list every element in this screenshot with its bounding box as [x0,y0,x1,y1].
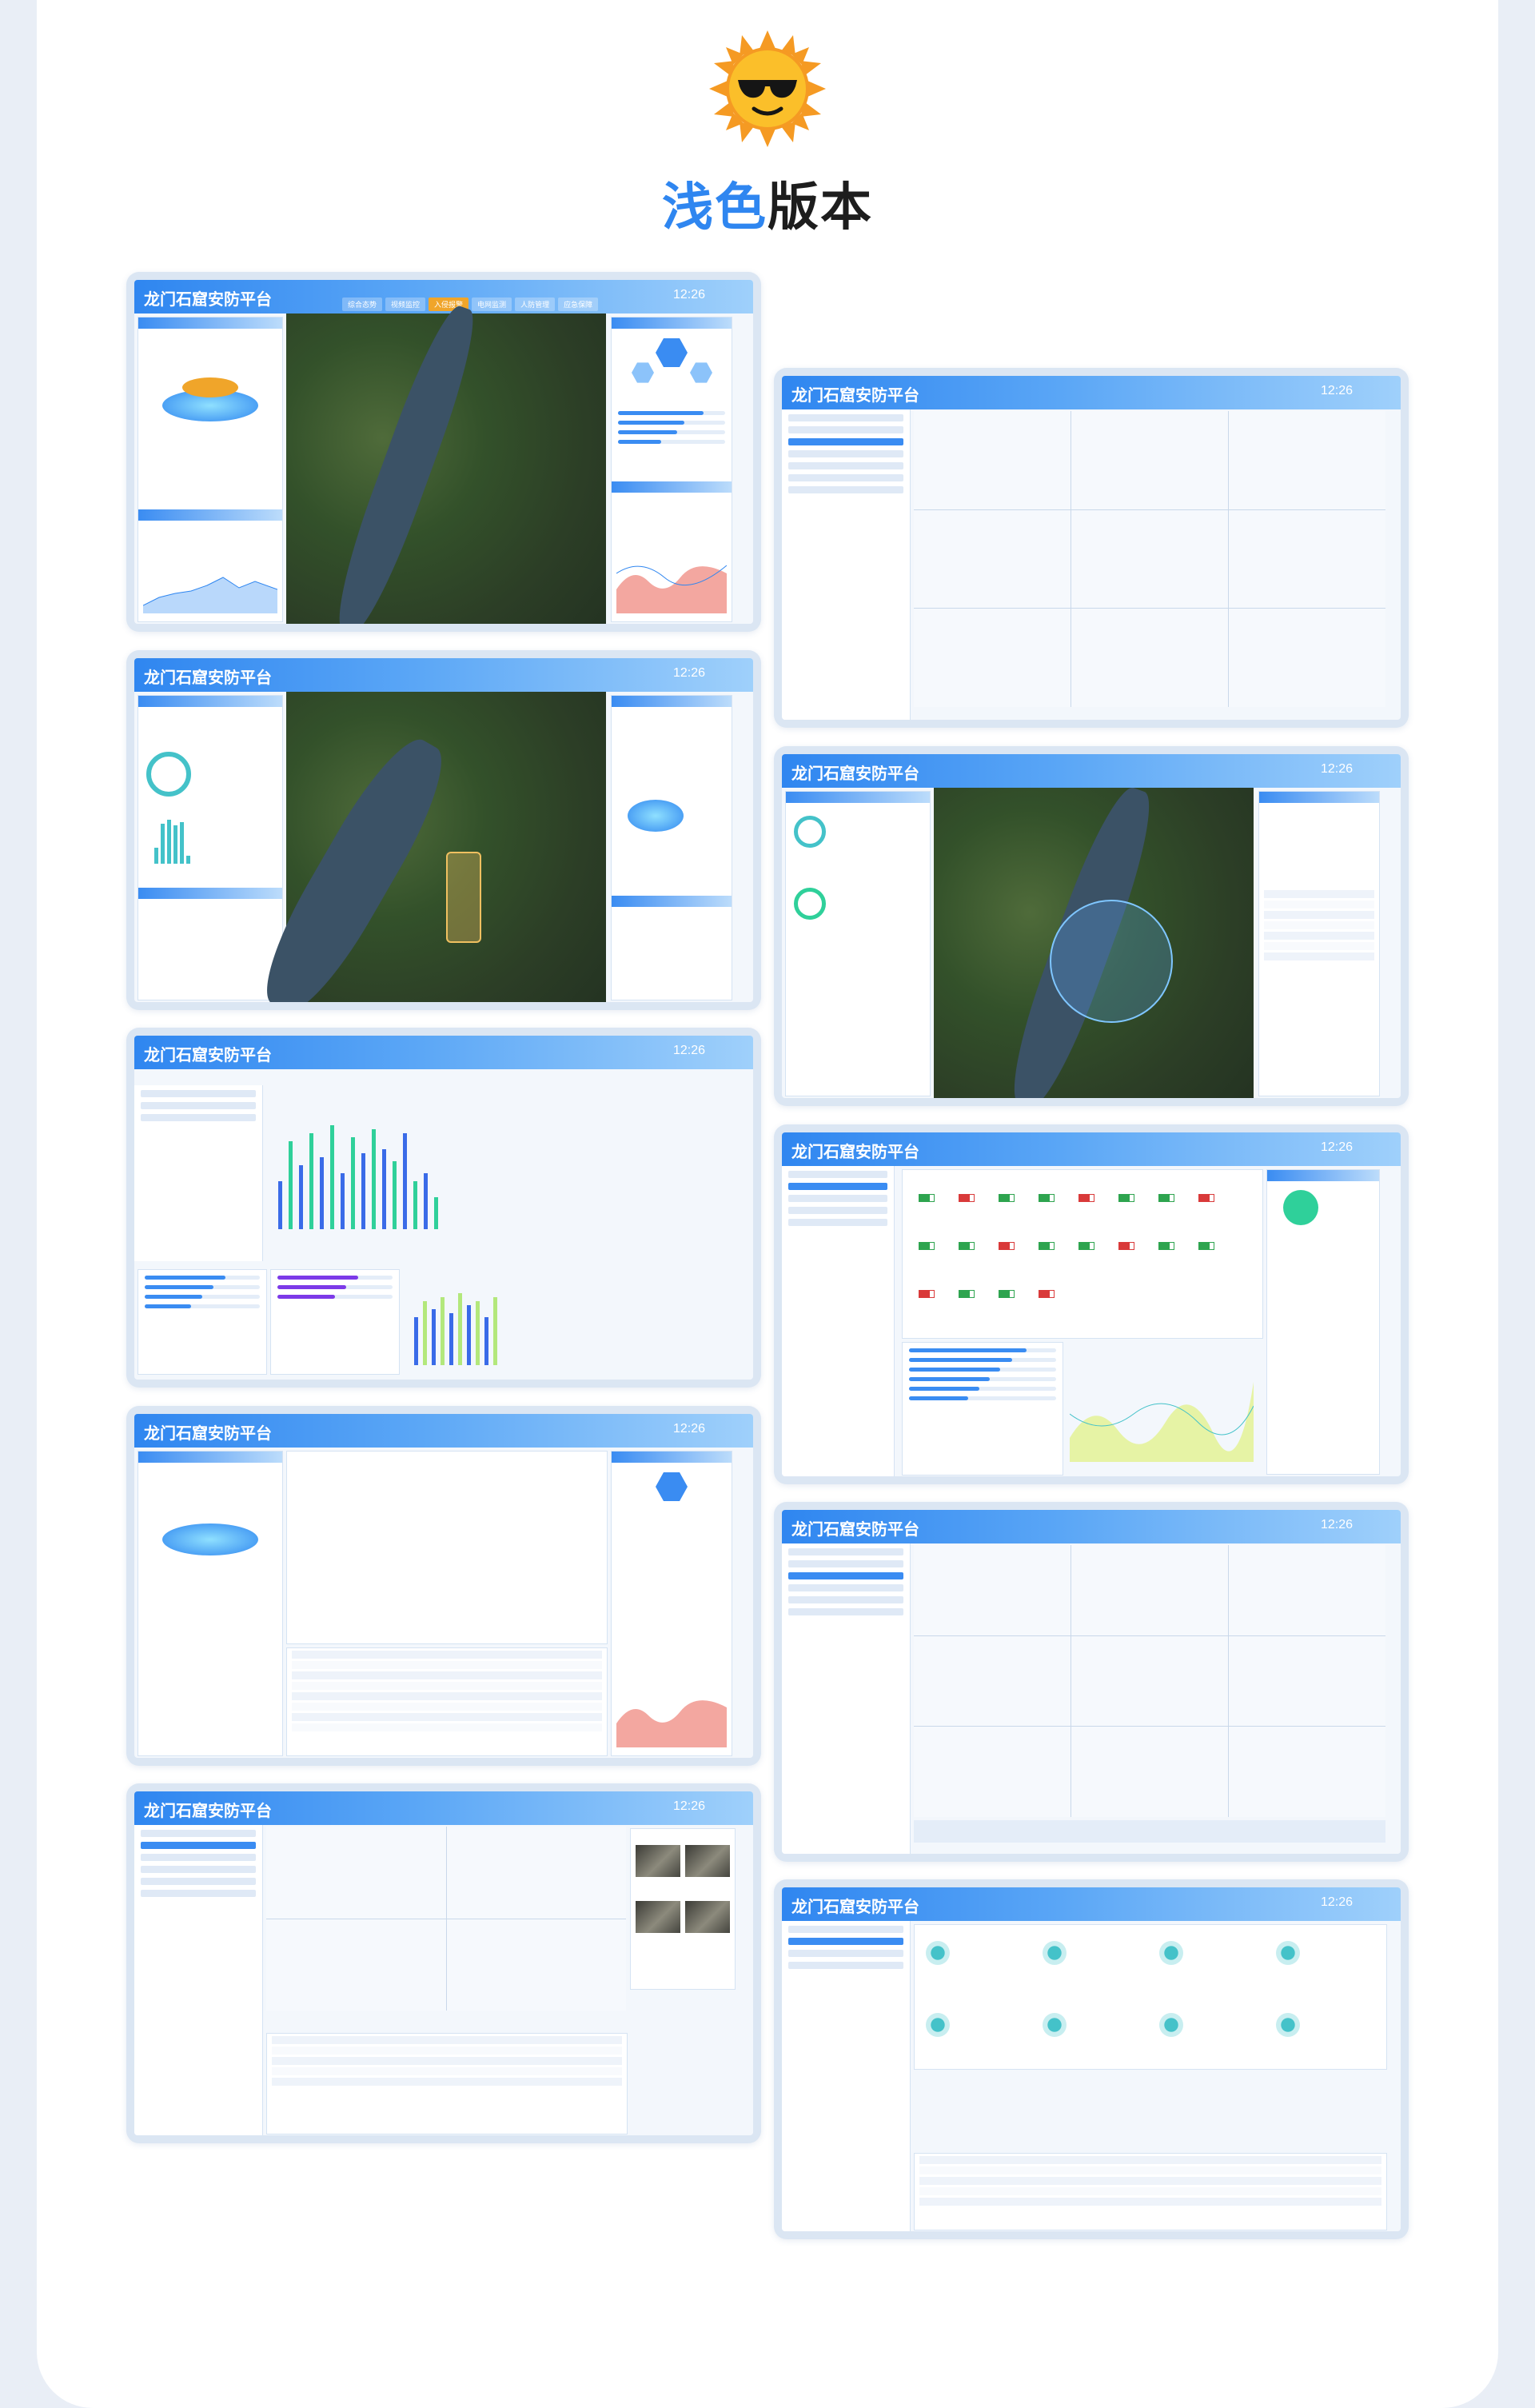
clock: 12:26 [1320,1895,1353,1909]
power-tree[interactable] [782,1166,895,1476]
alarm-area-chart [616,565,727,613]
platform-title: 龙门石窟安防平台 [144,1045,272,1064]
screen-card-dispatch: 龙门石窟安防平台 12:26 [126,650,761,1010]
clock: 12:26 [672,1422,705,1436]
timeline-bar[interactable] [914,1820,1385,1843]
left-stats-panel [138,317,283,622]
right-stats-panel [611,317,732,622]
drone-status-panel [1258,791,1380,1096]
clock: 12:26 [672,1799,705,1813]
page-title: 浅色版本 [0,166,1535,240]
clock: 12:26 [672,288,705,301]
battery-grid [902,1169,1263,1339]
clock: 12:26 [672,1044,705,1057]
clock: 12:26 [1320,384,1353,397]
shield-icon [1276,2013,1300,2037]
sun-sunglasses-icon [709,30,826,147]
shield-icon [1159,2013,1183,2037]
satellite-map[interactable] [934,780,1254,1098]
video-grid[interactable] [266,1827,626,2011]
platform-title: 龙门石窟安防平台 [791,1519,919,1539]
alarm-table[interactable] [286,1647,608,1756]
satellite-map[interactable] [247,692,606,1002]
drone-panel [611,695,732,1000]
video-grid[interactable] [914,1545,1385,1817]
screen-card-video: 龙门石窟安防平台 12:26 [774,368,1409,728]
app-header: 龙门石窟安防平台 综合态势 视频监控 入侵报警 电网监测 人防管理 应急保障 1… [134,280,753,313]
shield-icon [1043,2013,1067,2037]
hourly-bar-chart [278,1117,438,1229]
video-grid[interactable] [914,411,1385,707]
shield-icon [1159,1941,1183,1965]
clock: 12:26 [1320,1140,1353,1154]
bar-chart [154,816,190,864]
platform-title: 龙门石窟安防平台 [144,290,272,309]
daily-bar-chart [414,1285,497,1365]
record-table[interactable] [266,2033,628,2134]
tab-overview[interactable]: 综合态势 [342,298,383,311]
face-panel [630,1828,736,1990]
screen-card-emergency: 龙门石窟安防平台 12:26 [774,1879,1409,2239]
platform-title: 龙门石窟安防平台 [791,1897,919,1916]
trend-area-chart [143,577,277,613]
shield-icon [1043,1941,1067,1965]
rank-panel-2 [270,1269,400,1375]
shield-grid [914,1924,1387,2070]
clock: 12:26 [1320,1518,1353,1531]
shield-icon [926,2013,950,2037]
platform-title: 龙门石窟安防平台 [791,385,919,405]
platform-title: 龙门石窟安防平台 [144,1424,272,1443]
device-grid-panel [286,1451,608,1644]
tab-power[interactable]: 电网监测 [472,298,512,311]
camera-tree[interactable] [134,1825,263,2135]
resource-tree[interactable] [782,1921,911,2231]
camera-tree[interactable] [782,409,911,720]
satellite-map[interactable] [286,299,606,624]
filter-tree[interactable] [134,1085,263,1261]
platform-title: 龙门石窟安防平台 [144,1801,272,1820]
tab-video[interactable]: 视频监控 [385,298,426,311]
left-stats-panel [138,1451,283,1756]
screen-card-drone: 龙门石窟安防平台 12:26 [774,746,1409,1106]
device-panel [138,695,283,1000]
platform-title: 龙门石窟安防平台 [791,1142,919,1161]
screen-card-playback: 龙门石窟安防平台 12:26 [774,1502,1409,1862]
clock: 12:26 [1320,762,1353,776]
screen-card-overview: 龙门石窟安防平台 综合态势 视频监控 入侵报警 电网监测 人防管理 应急保障 1… [126,272,761,632]
power-line-chart [1070,1382,1254,1462]
event-table[interactable] [914,2153,1387,2230]
rank-panel [138,1269,267,1375]
shield-icon [926,1941,950,1965]
platform-title: 龙门石窟安防平台 [791,764,919,783]
title-rest: 版本 [768,178,873,238]
tab-people[interactable]: 人防管理 [515,298,556,311]
title-highlight: 浅色 [662,178,768,238]
device-detail [1266,1169,1380,1475]
screen-card-alarm: 龙门石窟安防平台 12:26 [126,1406,761,1766]
screen-card-power: 龙门石窟安防平台 12:26 [774,1124,1409,1484]
platform-title: 龙门石窟安防平台 [144,668,272,687]
people-panel [785,791,931,1096]
alarm-area-chart [616,1700,727,1747]
power-rank [902,1342,1063,1476]
right-stats-panel [611,1451,732,1756]
screen-card-people: 龙门石窟安防平台 12:26 [126,1783,761,2143]
clock: 12:26 [672,666,705,680]
camera-tree[interactable] [782,1543,911,1854]
shield-icon [1276,1941,1300,1965]
tab-emergency[interactable]: 应急保障 [558,298,599,311]
screen-card-statistics: 龙门石窟安防平台 12:26 [126,1028,761,1388]
